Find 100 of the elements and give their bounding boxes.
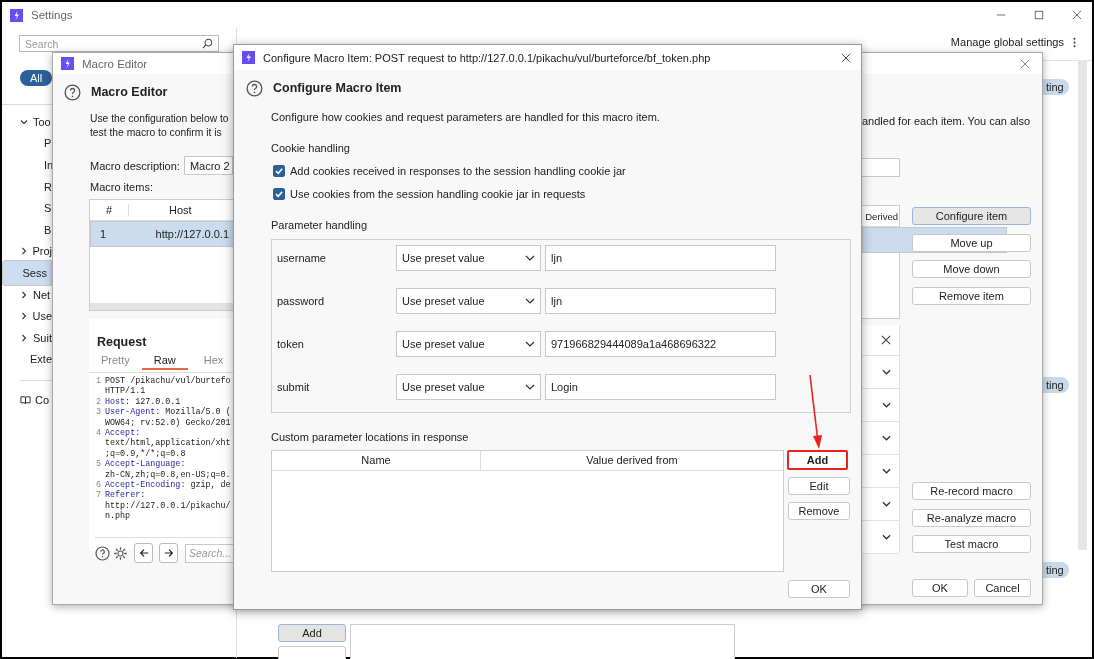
sidebar-item[interactable]: Too [33, 113, 51, 130]
column-header[interactable]: Derived [865, 210, 898, 222]
code-line: zh-CN,zh;q=0.8,en-US;q=0. [105, 469, 231, 480]
value-field[interactable]: ljn [545, 288, 776, 314]
tag-badge: ting [1043, 79, 1069, 95]
sidebar-item[interactable]: Sess [2, 259, 52, 286]
table-action-button[interactable]: Edit [788, 477, 850, 495]
tab[interactable]: Hex [199, 354, 233, 370]
sidebar-item[interactable]: In [44, 157, 52, 173]
dropdown[interactable]: Use preset value [396, 245, 541, 271]
table-action-button[interactable]: Add [787, 450, 848, 470]
column-header[interactable]: # [90, 204, 129, 216]
sidebar-item[interactable]: Proj [32, 243, 52, 260]
checkbox[interactable] [273, 165, 285, 177]
table-action-button[interactable]: Remove [788, 502, 850, 520]
description-field[interactable] [862, 158, 900, 177]
caret-icon [525, 255, 535, 261]
dialog-heading: Macro Editor [91, 85, 168, 99]
parameter-name: token [276, 338, 305, 350]
column-header[interactable]: Name [272, 451, 481, 470]
window-title: Configure Macro Item: POST request to http://127.0.0.1/pikachu/vul/burteforce/bf_token.php [263, 51, 711, 64]
back-button[interactable] [134, 543, 153, 563]
chevron-icon[interactable] [882, 468, 891, 474]
table-cell-text: 1 [99, 228, 108, 240]
sidebar-item[interactable]: R [44, 178, 52, 195]
sidebar-item[interactable]: B [44, 221, 52, 238]
code-line: Referer: [105, 490, 146, 501]
chevron-icon[interactable] [20, 247, 28, 256]
code-line: HTTP/1.1 [105, 386, 146, 397]
sidebar-item[interactable]: P [44, 135, 52, 152]
chevron-icon[interactable] [882, 369, 891, 375]
code-line: WOW64; rv:52.0) Gecko/201 [105, 417, 231, 428]
tag-badge: ting [1043, 562, 1069, 578]
chevron-icon[interactable] [20, 312, 28, 321]
sidebar-item[interactable]: Net [33, 286, 51, 303]
close-icon[interactable] [1020, 58, 1030, 69]
value-field[interactable]: ljn [545, 245, 776, 271]
dropdown[interactable]: Use preset value [396, 374, 541, 400]
macro-item-button[interactable]: Configure item [912, 207, 1031, 225]
forward-button[interactable] [159, 543, 178, 563]
sidebar-item[interactable]: Suit [33, 329, 52, 346]
dropdown[interactable]: Use preset value [396, 331, 541, 357]
scrollbar[interactable] [90, 303, 233, 310]
chevron-icon[interactable] [20, 333, 28, 342]
ok-button[interactable]: OK [788, 580, 850, 598]
macro-button[interactable]: Test macro [912, 535, 1031, 553]
macro-item-button[interactable]: Move down [912, 260, 1031, 278]
right-arrow-icon [163, 548, 174, 558]
column-header[interactable]: Host [129, 204, 192, 216]
book-icon [20, 394, 31, 405]
code-line: Accept-Language: [105, 459, 186, 470]
chevron-icon[interactable] [882, 501, 891, 507]
macro-item-button[interactable]: Remove item [912, 286, 1031, 305]
macro-button[interactable]: Re-record macro [912, 482, 1031, 500]
cancel-button[interactable]: Cancel [974, 578, 1031, 597]
manage-settings-link[interactable]: Manage global settings [950, 36, 1064, 48]
value-field[interactable]: 971966829444089a1a468696322 [545, 331, 776, 357]
description-text: Use the configuration below to [90, 112, 230, 126]
more-icon[interactable] [1073, 36, 1076, 48]
sidebar-item[interactable]: S [44, 200, 52, 217]
maximize-icon[interactable] [1034, 10, 1044, 20]
close-icon[interactable] [881, 335, 891, 345]
help-icon[interactable] [95, 545, 110, 561]
app-logo-icon [242, 51, 255, 64]
add-button[interactable]: Add [278, 624, 346, 642]
description-field[interactable]: Macro 2 [183, 156, 233, 175]
filter-pill[interactable]: All [20, 70, 52, 86]
checkbox-label[interactable]: Use cookies from the session handling cookie jar in requests [290, 188, 586, 200]
chevron-icon[interactable] [20, 117, 28, 126]
column-header[interactable]: Value derived from [481, 451, 783, 470]
table-row[interactable]: 1 http://127.0.0.1 [90, 221, 233, 247]
chevron-icon[interactable] [882, 435, 891, 441]
sidebar-item[interactable]: Use [32, 308, 52, 325]
dropdown[interactable]: Use preset value [396, 288, 541, 314]
macro-item-button[interactable]: Move up [912, 233, 1031, 252]
close-icon[interactable] [1072, 10, 1082, 20]
help-icon[interactable] [64, 83, 81, 101]
sidebar-item[interactable]: Exte [30, 351, 52, 368]
close-icon[interactable] [841, 52, 851, 63]
scrollbar[interactable] [1078, 60, 1087, 550]
checkbox[interactable] [273, 188, 285, 200]
caret-icon [525, 384, 535, 390]
sidebar-link[interactable]: Co [35, 391, 50, 408]
section-label: Macro items: [90, 181, 154, 193]
section-label: Custom parameter locations in response [271, 431, 470, 443]
chevron-icon[interactable] [882, 402, 891, 408]
checkbox-label[interactable]: Add cookies received in responses to the session handling cookie jar [290, 165, 626, 177]
line-number: 2 [95, 396, 101, 407]
code-line: User-Agent: Mozilla/5.0 ( [105, 407, 231, 418]
chevron-icon[interactable] [882, 534, 891, 540]
chevron-icon[interactable] [20, 290, 28, 299]
tab[interactable]: Raw [141, 354, 188, 370]
value-field[interactable]: Login [545, 374, 776, 400]
help-icon[interactable] [246, 79, 263, 97]
settings-icon[interactable] [113, 545, 128, 561]
code-line: Host: 127.0.0.1 [105, 396, 181, 407]
search-icon [202, 38, 213, 49]
tab[interactable]: Pretty [97, 354, 142, 370]
ok-button[interactable]: OK [912, 578, 968, 597]
macro-button[interactable]: Re-analyze macro [912, 508, 1031, 527]
